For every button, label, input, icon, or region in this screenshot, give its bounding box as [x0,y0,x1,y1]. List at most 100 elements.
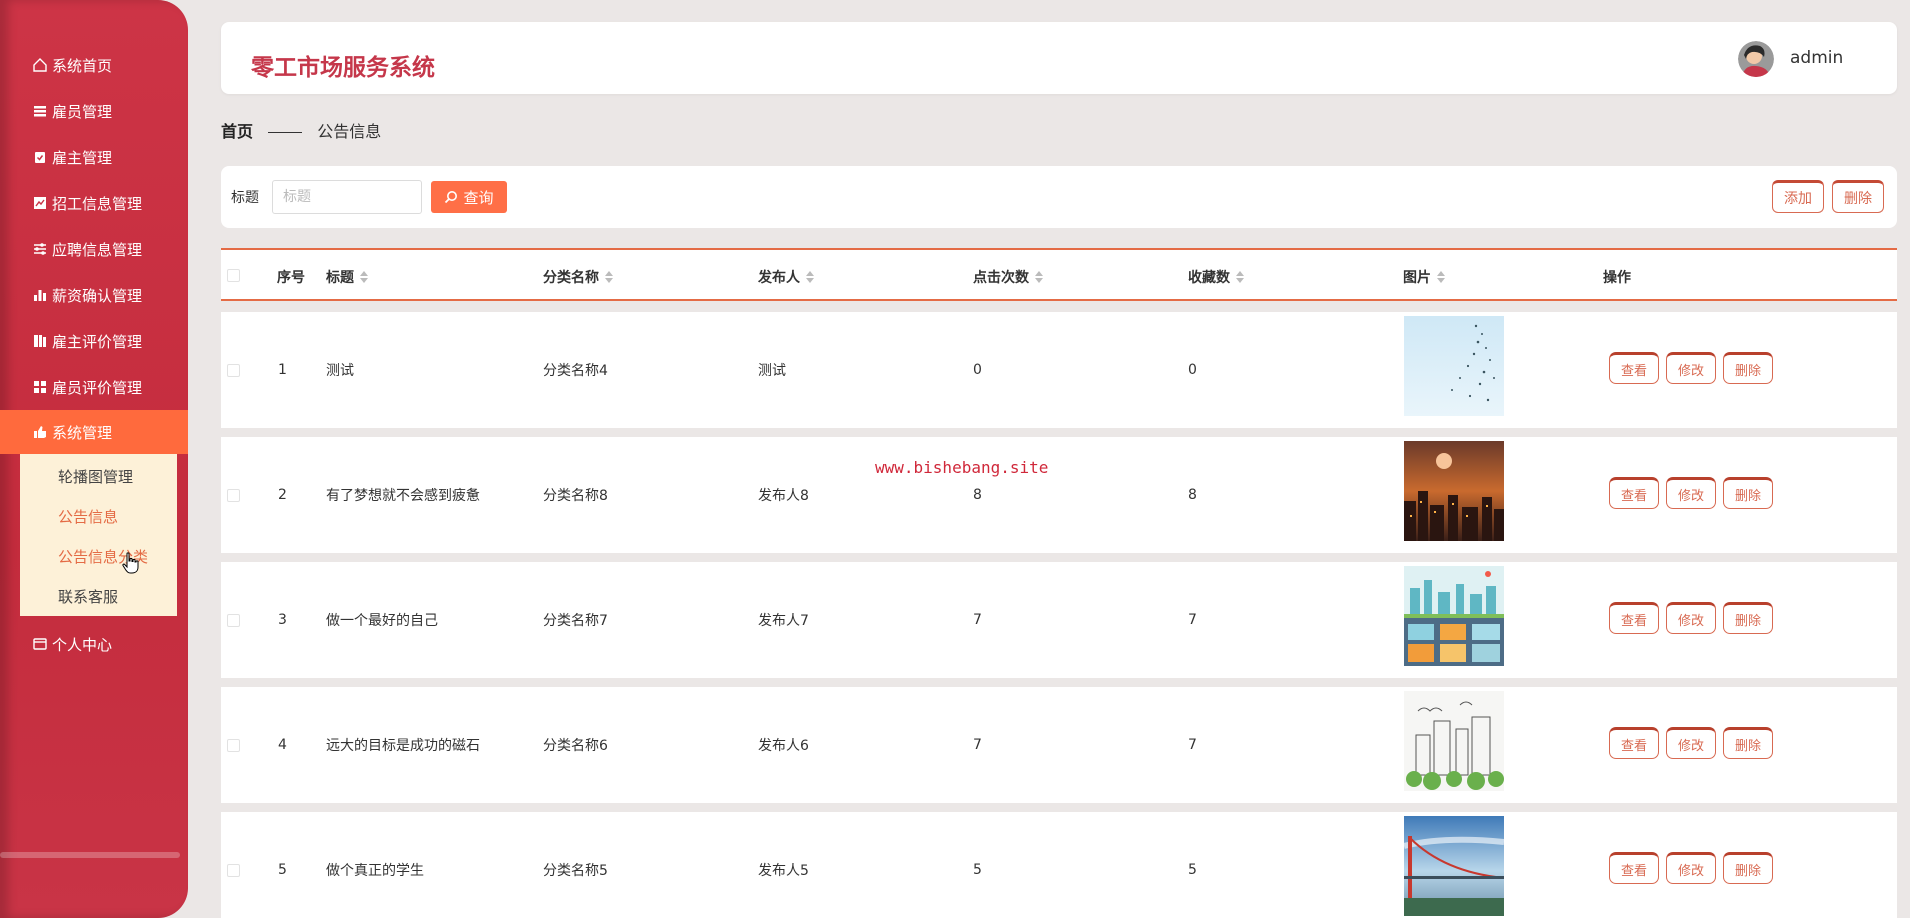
table-row: 1 测试 分类名称4 测试 0 0 查看 修改 删除 [221,312,1897,428]
cell-no: 5 [278,862,287,878]
cell-title: 有了梦想就不会感到疲惫 [326,488,480,504]
cell-category: 分类名称7 [543,613,608,629]
cell-clicks: 8 [973,487,982,503]
sidebar-item-label: 招工信息管理 [52,194,143,213]
cell-title: 做个真正的学生 [326,863,424,879]
table-row: 3 做一个最好的自己 分类名称7 发布人7 7 7 查看 修改 删除 [221,562,1897,678]
sort-icon[interactable] [360,271,368,283]
delete-button[interactable]: 删除 [1723,852,1773,884]
sidebar-item-label: 应聘信息管理 [52,240,143,259]
bar-chart-icon [32,287,48,303]
column-header-actions: 操作 [1603,270,1631,286]
sidebar-scrollbar[interactable] [0,852,180,858]
cell-no: 3 [278,612,287,628]
batch-delete-button[interactable]: 删除 [1832,180,1884,213]
cell-publisher: 发布人5 [758,863,809,879]
sidebar-item-applications[interactable]: 应聘信息管理 [0,227,188,271]
sidebar-item-system[interactable]: 系统管理 [0,410,188,454]
sidebar-item-label: 雇主评价管理 [52,332,143,351]
sort-icon[interactable] [1236,271,1244,283]
column-header-image[interactable]: 图片 [1403,267,1445,287]
cell-no: 1 [278,362,287,378]
row-checkbox[interactable] [227,614,240,627]
thumbnail-image [1404,691,1504,791]
breadcrumb-home[interactable]: 首页 [221,122,253,141]
cell-no: 2 [278,487,287,503]
sort-icon[interactable] [1437,271,1445,283]
sidebar-item-salary[interactable]: 薪资确认管理 [0,273,188,317]
column-header-clicks[interactable]: 点击次数 [973,267,1043,287]
delete-button[interactable]: 删除 [1723,727,1773,759]
cell-publisher: 发布人7 [758,613,809,629]
cell-clicks: 0 [973,362,982,378]
submenu-item-customer-service[interactable]: 联系客服 [58,586,118,607]
clipboard-icon [32,149,48,165]
thumbnail-image [1404,441,1504,541]
cell-publisher: 测试 [758,363,786,379]
column-header-title[interactable]: 标题 [326,267,368,287]
search-icon [444,190,458,204]
edit-button[interactable]: 修改 [1666,352,1716,384]
system-submenu: 轮播图管理 公告信息 公告信息分类 联系客服 [20,454,177,616]
sidebar-item-label: 系统首页 [52,56,113,75]
search-button[interactable]: 查询 [431,181,507,213]
cell-category: 分类名称6 [543,738,608,754]
submenu-item-announcements[interactable]: 公告信息 [58,506,118,527]
sidebar-item-home[interactable]: 系统首页 [0,43,188,87]
cell-favorites: 0 [1188,362,1197,378]
thumbs-up-icon [32,424,48,440]
sidebar-item-employer-review[interactable]: 雇主评价管理 [0,319,188,363]
column-header-category[interactable]: 分类名称 [543,267,613,287]
row-checkbox[interactable] [227,489,240,502]
search-label: 标题 [231,190,259,206]
username[interactable]: admin [1790,48,1843,68]
search-panel: 标题 查询 添加 删除 [221,166,1897,228]
edit-button[interactable]: 修改 [1666,852,1716,884]
thumbnail-image [1404,316,1504,416]
watermark-text: www.bishebang.site [875,458,1049,477]
title-search-input[interactable] [272,180,422,214]
breadcrumb-current: 公告信息 [317,122,382,141]
book-icon [32,333,48,349]
sidebar-item-label: 个人中心 [52,635,113,654]
edit-button[interactable]: 修改 [1666,477,1716,509]
delete-button[interactable]: 删除 [1723,352,1773,384]
submenu-item-carousel[interactable]: 轮播图管理 [58,466,133,487]
edit-button[interactable]: 修改 [1666,602,1716,634]
search-button-label: 查询 [463,188,494,207]
row-checkbox[interactable] [227,864,240,877]
sidebar-item-label: 雇员评价管理 [52,378,143,397]
cell-favorites: 8 [1188,487,1197,503]
top-header: 零工市场服务系统 admin [221,22,1897,94]
sidebar-item-employee-review[interactable]: 雇员评价管理 [0,365,188,409]
sort-icon[interactable] [1035,271,1043,283]
edit-button[interactable]: 修改 [1666,727,1716,759]
view-button[interactable]: 查看 [1609,727,1659,759]
row-checkbox[interactable] [227,364,240,377]
sort-icon[interactable] [806,271,814,283]
sort-icon[interactable] [605,271,613,283]
view-button[interactable]: 查看 [1609,852,1659,884]
select-all-checkbox[interactable] [227,269,240,282]
cell-category: 分类名称5 [543,863,608,879]
breadcrumb-separator [268,132,303,133]
column-header-no: 序号 [277,270,305,286]
cell-favorites: 7 [1188,737,1197,753]
view-button[interactable]: 查看 [1609,602,1659,634]
view-button[interactable]: 查看 [1609,477,1659,509]
grid-icon [32,379,48,395]
column-header-publisher[interactable]: 发布人 [758,267,814,287]
add-button[interactable]: 添加 [1772,180,1824,213]
sidebar-item-employees[interactable]: 雇员管理 [0,89,188,133]
sidebar-item-employers[interactable]: 雇主管理 [0,135,188,179]
user-avatar[interactable] [1738,41,1774,77]
view-button[interactable]: 查看 [1609,352,1659,384]
sidebar-item-label: 雇员管理 [52,102,113,121]
delete-button[interactable]: 删除 [1723,477,1773,509]
sidebar-item-profile[interactable]: 个人中心 [0,622,188,666]
row-checkbox[interactable] [227,739,240,752]
sidebar-item-recruitment[interactable]: 招工信息管理 [0,181,188,225]
delete-button[interactable]: 删除 [1723,602,1773,634]
sidebar-item-label: 雇主管理 [52,148,113,167]
column-header-favorites[interactable]: 收藏数 [1188,267,1244,287]
